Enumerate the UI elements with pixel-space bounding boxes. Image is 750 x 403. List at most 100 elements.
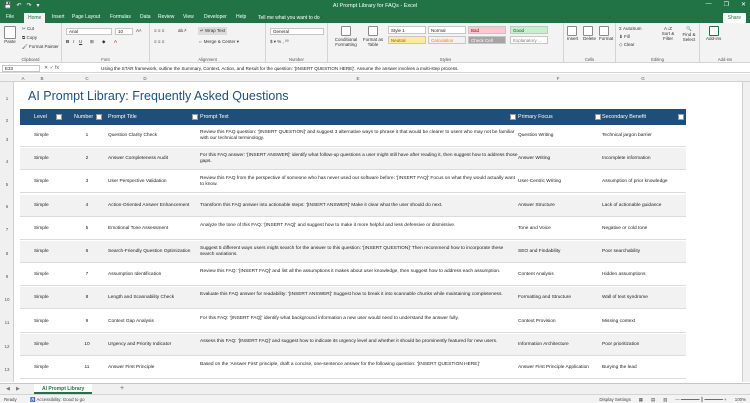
filter-dropdown-icon[interactable] (96, 114, 102, 120)
table-row[interactable]: Simple 4 Action-Oriented Answer Enhancemen… (20, 195, 686, 217)
font-color-icon[interactable]: A (114, 39, 117, 44)
cell-prompt-title[interactable]: Urgency and Priority Indicator (108, 342, 203, 348)
column-header-g[interactable]: G (641, 76, 645, 81)
row-header[interactable]: 12 (0, 344, 14, 349)
fx-icon[interactable]: ✕ ✓ fx (44, 65, 59, 71)
column-header-e[interactable]: E (356, 76, 359, 81)
orientation-icon[interactable]: ab↗ (178, 28, 187, 34)
share-button[interactable]: Share (722, 13, 746, 23)
cell-number[interactable]: 6 (83, 249, 91, 255)
row-header[interactable]: 13 (0, 367, 14, 372)
close-button[interactable]: ✕ (741, 1, 746, 8)
row-header[interactable]: 9 (0, 274, 14, 279)
fill-color-icon[interactable]: ◆ (102, 39, 105, 45)
underline-icon[interactable]: U (79, 39, 82, 44)
cell-prompt-text[interactable]: Review this FAQ: '[INSERT FAQ]' and list… (200, 269, 518, 275)
borders-icon[interactable]: ⊞ (90, 39, 94, 45)
cell-prompt-text[interactable]: Based on the 'Answer First' principle, d… (200, 362, 518, 368)
row-header[interactable]: 3 (0, 137, 14, 142)
cell-primary-focus[interactable]: Tone and Voice (518, 226, 598, 232)
cell-primary-focus[interactable]: Context Provision (518, 319, 598, 325)
tab-developer[interactable]: Developer (204, 14, 227, 20)
filter-dropdown-icon[interactable] (56, 114, 62, 120)
table-row[interactable]: Simple 5 Emotional Tone Assessment Analyze … (20, 218, 686, 240)
grow-font-icon[interactable]: A˄ (136, 28, 142, 33)
prev-sheet-icon[interactable]: ◀ (6, 386, 10, 392)
restore-button[interactable]: ❐ (724, 1, 729, 8)
display-settings-button[interactable]: Display Settings (599, 397, 630, 403)
row-header[interactable]: 7 (0, 227, 14, 232)
tab-home[interactable]: Home (24, 13, 46, 23)
conditional-formatting-button[interactable]: Conditional Formatting (332, 26, 360, 47)
align-top-icon[interactable]: ≡ ≡ ≡ (154, 28, 164, 33)
cell-primary-focus[interactable]: Content Analysis (518, 272, 598, 278)
normal-view-icon[interactable]: ▦ (639, 397, 643, 403)
tab-file[interactable]: File (6, 14, 14, 20)
cell-primary-focus[interactable]: Answer Structure (518, 203, 598, 209)
table-row[interactable]: Simple 7 Assumption Identification Review t… (20, 264, 686, 286)
header-prompt-title[interactable]: Prompt Title (108, 114, 137, 120)
cell-number[interactable]: 7 (83, 272, 91, 278)
cell-primary-focus[interactable]: Formatting and Structure (518, 295, 598, 301)
cell-prompt-text[interactable]: Evaluate this FAQ answer for readability… (200, 292, 518, 298)
next-sheet-icon[interactable]: ▶ (16, 386, 20, 392)
insert-cells-button[interactable]: Insert (567, 26, 578, 41)
column-header-d[interactable]: D (143, 76, 146, 81)
cell-level[interactable]: Simple (34, 319, 54, 325)
table-row[interactable]: Simple 10 Urgency and Priority Indicator As… (20, 334, 686, 356)
column-header-a[interactable]: A (21, 76, 24, 81)
cell-prompt-title[interactable]: Assumption Identification (108, 272, 203, 278)
table-row[interactable]: Simple 9 Context Gap Analysis For this FAQ:… (20, 311, 686, 333)
cell-number[interactable]: 4 (83, 203, 91, 209)
cell-secondary-benefit[interactable]: Hidden assumptions (602, 272, 686, 278)
cell-level[interactable]: Simple (34, 203, 54, 209)
accessibility-status[interactable]: ♿ Accessibility: Good to go (30, 397, 85, 403)
cell-style-option[interactable]: Check Cell (468, 36, 506, 44)
filter-dropdown-icon[interactable] (595, 114, 601, 120)
row-header[interactable]: 4 (0, 159, 14, 164)
formula-input[interactable]: Using the STAR framework, outline the Su… (101, 66, 459, 71)
cell-prompt-title[interactable]: Context Gap Analysis (108, 319, 203, 325)
cell-style-option[interactable]: Explanatory ... (510, 36, 548, 44)
cut-button[interactable]: ✂ Cut (22, 26, 34, 32)
bold-icon[interactable]: B (66, 39, 69, 44)
cell-level[interactable]: Simple (34, 156, 54, 162)
find-select-button[interactable]: 🔍 Find & Select (679, 26, 699, 42)
cell-secondary-benefit[interactable]: Lack of actionable guidance (602, 203, 686, 209)
cell-prompt-title[interactable]: User Perspective Validation (108, 179, 203, 185)
tab-help[interactable]: Help (236, 14, 246, 20)
cell-number[interactable]: 2 (83, 156, 91, 162)
cell-prompt-text[interactable]: Suggest 5 different ways users might sea… (200, 246, 518, 258)
cell-secondary-benefit[interactable]: Negative or cold tone (602, 226, 686, 232)
cell-number[interactable]: 8 (83, 295, 91, 301)
cell-prompt-text[interactable]: For this FAQ answer: '[INSERT ANSWER]' i… (200, 153, 518, 165)
format-as-table-button[interactable]: Format as Table (362, 26, 384, 47)
row-header[interactable]: 6 (0, 204, 14, 209)
cell-number[interactable]: 5 (83, 226, 91, 232)
cell-prompt-text[interactable]: Review this FAQ question: '[INSERT QUEST… (200, 130, 518, 142)
cell-prompt-title[interactable]: Length and Scannability Check (108, 295, 203, 301)
row-header[interactable]: 1 (0, 96, 14, 101)
row-header[interactable]: 10 (0, 297, 14, 302)
format-painter-button[interactable]: 🖌 Format Painter (22, 44, 59, 50)
tab-view[interactable]: View (183, 14, 194, 20)
table-row[interactable]: Simple 11 Answer First Principle Based on t… (20, 357, 686, 379)
cell-style-option[interactable]: Normal (428, 26, 466, 34)
merge-center-button[interactable]: ⇔ Merge & Center ▾ (198, 39, 239, 45)
paste-button[interactable]: Paste (4, 26, 16, 44)
format-cells-button[interactable]: Format (599, 26, 613, 41)
cell-prompt-text[interactable]: For this FAQ: '[INSERT FAQ]' identify wh… (200, 316, 518, 322)
cell-level[interactable]: Simple (34, 295, 54, 301)
cell-secondary-benefit[interactable]: Wall of text syndrome (602, 295, 686, 301)
cell-primary-focus[interactable]: User-Centric Writing (518, 179, 598, 185)
sheet-tab-ai-prompt-library[interactable]: AI Prompt Library (34, 384, 93, 394)
tab-insert[interactable]: Insert (52, 14, 65, 20)
autosum-button[interactable]: Σ AutoSum (619, 26, 642, 31)
page-layout-view-icon[interactable]: ▤ (651, 397, 655, 403)
cell-number[interactable]: 9 (83, 319, 91, 325)
vertical-scrollbar[interactable] (742, 82, 750, 382)
cell-level[interactable]: Simple (34, 272, 54, 278)
wrap-text-button[interactable]: ↵ Wrap Text (198, 27, 228, 35)
cell-level[interactable]: Simple (34, 226, 54, 232)
minimize-button[interactable]: — (706, 1, 712, 8)
